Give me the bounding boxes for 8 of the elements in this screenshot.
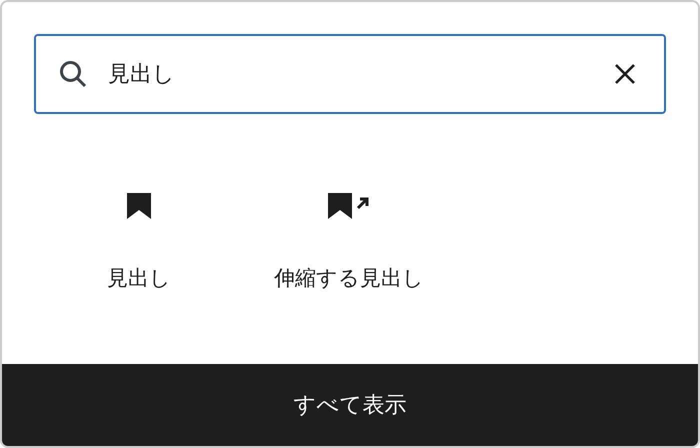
bookmark-icon — [126, 192, 152, 220]
show-all-button[interactable]: すべて表示 — [278, 382, 422, 428]
block-item[interactable]: 見出し — [34, 184, 244, 300]
block-item[interactable]: 伸縮する見出し — [244, 184, 454, 300]
search-icon — [58, 59, 88, 89]
search-field[interactable]: 見出し — [34, 34, 666, 114]
close-icon[interactable] — [614, 63, 636, 85]
bookmark-arrow-icon — [327, 192, 371, 220]
